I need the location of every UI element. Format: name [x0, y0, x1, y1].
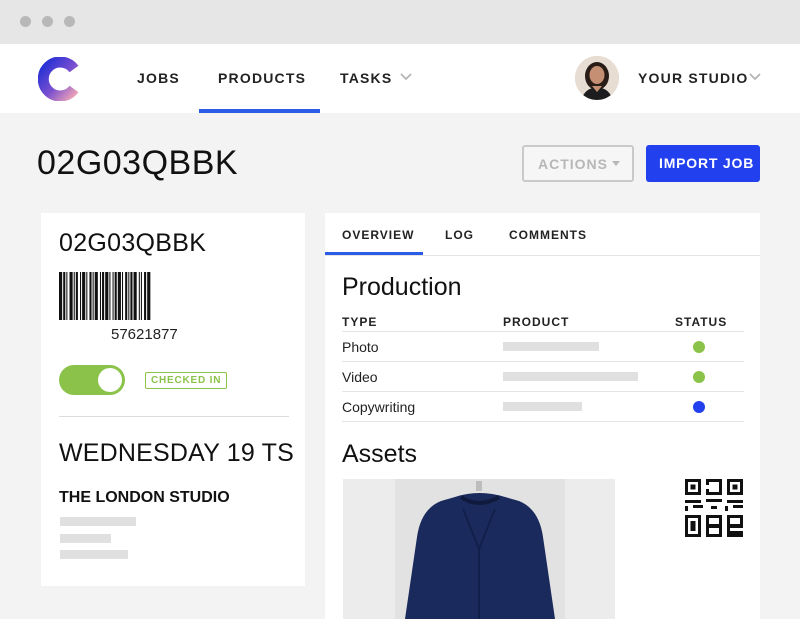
- row-divider: [342, 391, 744, 392]
- table-row-type: Video: [342, 369, 378, 385]
- top-navigation: JOBS PRODUCTS TASKS YOUR STUDIO: [0, 44, 800, 113]
- tabs-divider: [325, 255, 760, 256]
- actions-button-label: ACTIONS: [538, 156, 608, 172]
- job-date: WEDNESDAY 19 TS: [59, 439, 295, 467]
- product-placeholder: [503, 402, 582, 411]
- address-placeholder-line: [60, 517, 136, 526]
- status-dot: [693, 341, 705, 353]
- tasks-chevron-down-icon[interactable]: [399, 72, 413, 82]
- table-header-divider: [342, 331, 744, 332]
- brand-logo-icon[interactable]: [38, 57, 82, 101]
- details-panel: OVERVIEW LOG COMMENTS Production TYPE PR…: [325, 213, 760, 619]
- caret-down-icon: [612, 161, 620, 166]
- column-header-status: STATUS: [675, 315, 728, 329]
- production-heading: Production: [342, 273, 462, 301]
- qr-code-icon[interactable]: [685, 479, 743, 537]
- barcode-icon: [59, 272, 151, 320]
- table-row-type: Copywriting: [342, 399, 416, 415]
- table-row-type: Photo: [342, 339, 379, 355]
- product-placeholder: [503, 372, 638, 381]
- nav-item-products[interactable]: PRODUCTS: [218, 70, 306, 86]
- address-placeholder-line: [60, 550, 128, 559]
- status-dot: [693, 401, 705, 413]
- column-header-type: TYPE: [342, 315, 378, 329]
- job-card: 02G03QBBK 57621877 CHECKED IN WEDNESDAY …: [41, 213, 305, 586]
- product-placeholder: [503, 342, 599, 351]
- toggle-knob: [98, 368, 122, 392]
- studio-name: THE LONDON STUDIO: [59, 489, 230, 506]
- tab-overview[interactable]: OVERVIEW: [342, 228, 414, 242]
- user-avatar[interactable]: [575, 56, 619, 100]
- window-maximize-dot[interactable]: [64, 16, 75, 27]
- checked-in-badge: CHECKED IN: [145, 372, 228, 389]
- nav-active-indicator: [199, 109, 320, 113]
- actions-dropdown-button[interactable]: ACTIONS: [522, 145, 634, 182]
- row-divider: [342, 361, 744, 362]
- card-divider: [59, 416, 289, 417]
- studio-switcher[interactable]: YOUR STUDIO: [638, 70, 748, 86]
- column-header-product: PRODUCT: [503, 315, 570, 329]
- barcode-number: 57621877: [111, 326, 178, 343]
- window-title-bar: [0, 0, 800, 44]
- tab-log[interactable]: LOG: [445, 228, 474, 242]
- job-code: 02G03QBBK: [59, 229, 207, 257]
- asset-photo-jacket[interactable]: [343, 479, 615, 619]
- nav-item-jobs[interactable]: JOBS: [137, 70, 180, 86]
- tab-comments[interactable]: COMMENTS: [509, 228, 587, 242]
- address-placeholder-line: [60, 534, 111, 543]
- import-job-button[interactable]: IMPORT JOB: [646, 145, 760, 182]
- status-dot: [693, 371, 705, 383]
- import-job-label: IMPORT JOB: [659, 155, 755, 171]
- checked-in-toggle[interactable]: [59, 365, 125, 395]
- window-close-dot[interactable]: [20, 16, 31, 27]
- nav-item-tasks[interactable]: TASKS: [340, 70, 392, 86]
- window-minimize-dot[interactable]: [42, 16, 53, 27]
- page-title: 02G03QBBK: [37, 144, 239, 182]
- assets-heading: Assets: [342, 440, 418, 468]
- studio-chevron-down-icon[interactable]: [748, 72, 762, 82]
- row-divider: [342, 421, 744, 422]
